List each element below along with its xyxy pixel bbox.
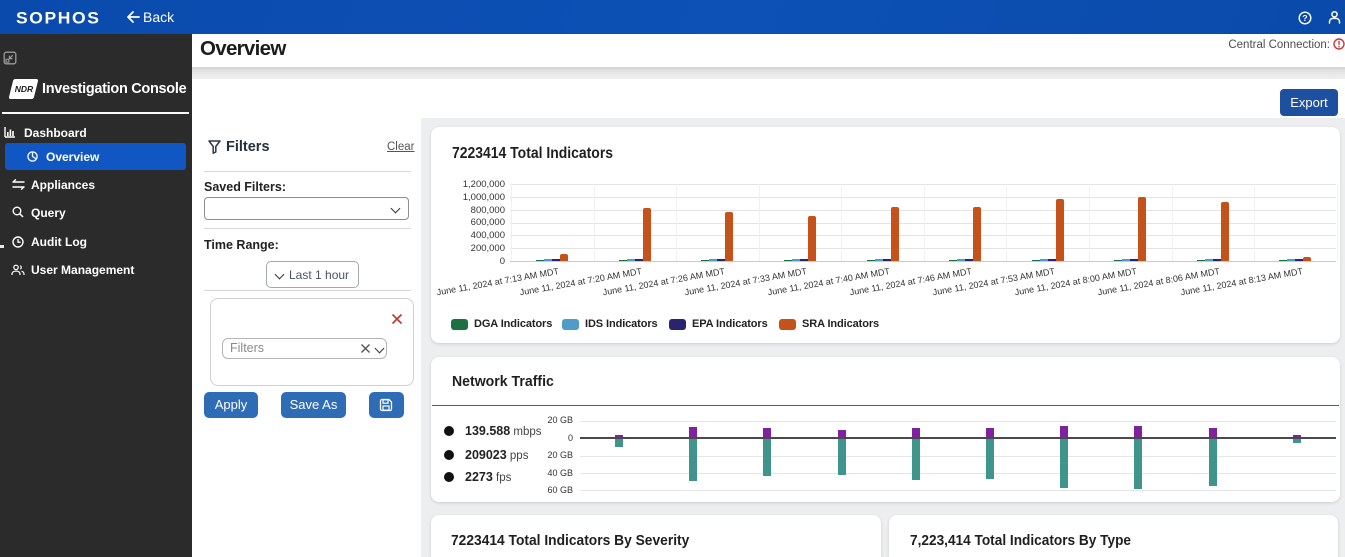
svg-text:?: ?	[1302, 13, 1307, 23]
